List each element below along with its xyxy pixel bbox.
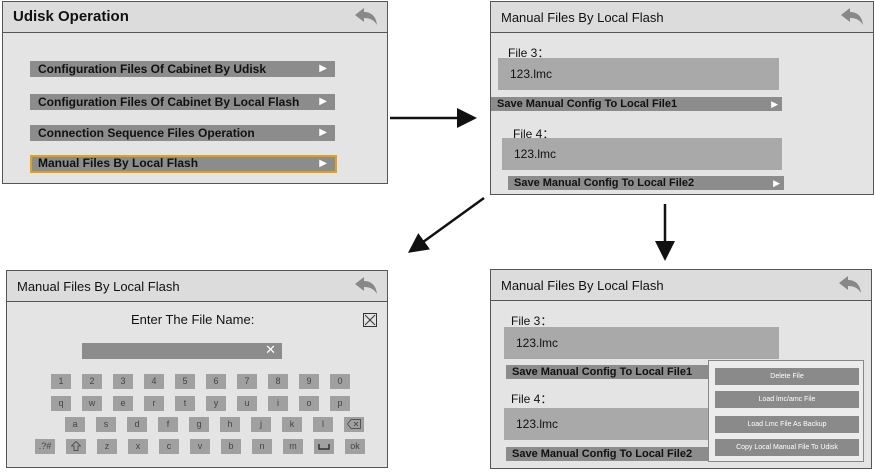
- key-l[interactable]: l: [313, 417, 333, 432]
- menu-item-label: Manual Files By Local Flash: [38, 156, 199, 170]
- triangle-right-icon: ▶: [773, 178, 780, 188]
- back-arrow-icon[interactable]: [837, 274, 863, 296]
- shift-icon[interactable]: [66, 439, 86, 454]
- page-title: Manual Files By Local Flash: [501, 10, 664, 25]
- key-q[interactable]: q: [51, 396, 71, 411]
- save-to-file2-button[interactable]: Save Manual Config To Local File2 ▶: [508, 176, 784, 190]
- key-0[interactable]: 0: [330, 374, 350, 389]
- menu-item-connection-sequence[interactable]: Connection Sequence Files Operation ▶: [30, 125, 335, 141]
- delete-file-menu-item[interactable]: Delete File: [715, 368, 859, 385]
- load-lmc-backup-menu-item[interactable]: Load Lmc File As Backup: [715, 416, 859, 433]
- title-bar: Manual Files By Local Flash: [491, 270, 871, 301]
- key-t[interactable]: t: [175, 396, 195, 411]
- back-arrow-icon[interactable]: [353, 6, 379, 28]
- save-to-file1-button[interactable]: Save Manual Config To Local File1: [506, 365, 709, 379]
- file-name-keyboard-panel: Manual Files By Local Flash Enter The Fi…: [6, 270, 388, 468]
- key-p[interactable]: p: [330, 396, 350, 411]
- triangle-right-icon: ▶: [319, 127, 327, 138]
- menu-item-manual-files[interactable]: Manual Files By Local Flash ▶: [30, 155, 337, 173]
- save-label: Save Manual Config To Local File1: [512, 366, 693, 378]
- menu-item-label: Configuration Files Of Cabinet By Udisk: [38, 62, 267, 76]
- key-h[interactable]: h: [220, 417, 240, 432]
- key-9[interactable]: 9: [299, 374, 319, 389]
- space-icon[interactable]: [314, 439, 334, 454]
- load-lmc-amc-file-menu-item[interactable]: Load lmc/amc File: [715, 391, 859, 408]
- menu-item-config-by-udisk[interactable]: Configuration Files Of Cabinet By Udisk …: [30, 61, 335, 77]
- key-ok[interactable]: ok: [345, 439, 365, 454]
- save-label: Save Manual Config To Local File2: [512, 448, 693, 460]
- key-symbols[interactable]: .?#: [35, 439, 55, 454]
- key-g[interactable]: g: [189, 417, 209, 432]
- triangle-right-icon: ▶: [771, 99, 778, 109]
- key-7[interactable]: 7: [237, 374, 257, 389]
- key-f[interactable]: f: [158, 417, 178, 432]
- udisk-operation-panel: Udisk Operation Configuration Files Of C…: [2, 1, 388, 184]
- key-o[interactable]: o: [299, 396, 319, 411]
- triangle-right-icon: ▶: [319, 96, 327, 107]
- key-m[interactable]: m: [283, 439, 303, 454]
- key-n[interactable]: n: [252, 439, 272, 454]
- menu-item-config-by-local-flash[interactable]: Configuration Files Of Cabinet By Local …: [30, 94, 335, 110]
- key-e[interactable]: e: [113, 396, 133, 411]
- page-title: Udisk Operation: [13, 8, 129, 25]
- key-k[interactable]: k: [282, 417, 302, 432]
- key-3[interactable]: 3: [113, 374, 133, 389]
- key-y[interactable]: y: [206, 396, 226, 411]
- save-label: Save Manual Config To Local File2: [514, 177, 695, 189]
- key-v[interactable]: v: [190, 439, 210, 454]
- key-d[interactable]: d: [127, 417, 147, 432]
- menu-item-label: Configuration Files Of Cabinet By Local …: [38, 95, 300, 109]
- key-1[interactable]: 1: [51, 374, 71, 389]
- key-5[interactable]: 5: [175, 374, 195, 389]
- backspace-icon[interactable]: [344, 417, 364, 432]
- save-to-file2-button[interactable]: Save Manual Config To Local File2: [506, 447, 709, 461]
- key-x[interactable]: x: [128, 439, 148, 454]
- back-arrow-icon[interactable]: [839, 6, 865, 28]
- key-r[interactable]: r: [144, 396, 164, 411]
- key-w[interactable]: w: [82, 396, 102, 411]
- save-label: Save Manual Config To Local File1: [497, 98, 678, 110]
- triangle-right-icon: ▶: [319, 158, 327, 169]
- key-b[interactable]: b: [221, 439, 241, 454]
- key-6[interactable]: 6: [206, 374, 226, 389]
- key-s[interactable]: s: [96, 417, 116, 432]
- key-c[interactable]: c: [159, 439, 179, 454]
- file3-name-field[interactable]: 123.lmc: [504, 327, 779, 359]
- save-to-file1-button[interactable]: Save Manual Config To Local File1 ▶: [491, 97, 782, 111]
- key-j[interactable]: j: [251, 417, 271, 432]
- manual-files-panel: Manual Files By Local Flash File 3： 123.…: [490, 1, 874, 195]
- triangle-right-icon: ▶: [319, 63, 327, 74]
- title-bar: Manual Files By Local Flash: [491, 2, 873, 33]
- key-u[interactable]: u: [237, 396, 257, 411]
- file4-name-field[interactable]: 123.lmc: [502, 138, 782, 170]
- file4-label: File 4：: [511, 392, 553, 406]
- key-a[interactable]: a: [65, 417, 85, 432]
- on-screen-keyboard: 1 2 3 4 5 6 7 8 9 0 q w e r t y u i o p a s d f g h j k l .?# z x c v b n m o…: [7, 271, 387, 467]
- key-2[interactable]: 2: [82, 374, 102, 389]
- file3-name-field[interactable]: 123.lmc: [498, 58, 779, 90]
- title-bar: Udisk Operation: [3, 2, 387, 33]
- key-i[interactable]: i: [268, 396, 288, 411]
- page-title: Manual Files By Local Flash: [501, 278, 664, 293]
- key-z[interactable]: z: [97, 439, 117, 454]
- copy-to-udisk-menu-item[interactable]: Copy Local Manual File To Udisk: [715, 439, 859, 456]
- key-8[interactable]: 8: [268, 374, 288, 389]
- key-4[interactable]: 4: [144, 374, 164, 389]
- file-context-menu: Delete File Load lmc/amc File Load Lmc F…: [708, 360, 864, 462]
- menu-item-label: Connection Sequence Files Operation: [38, 126, 255, 140]
- file4-name-field[interactable]: 123.lmc: [504, 408, 709, 440]
